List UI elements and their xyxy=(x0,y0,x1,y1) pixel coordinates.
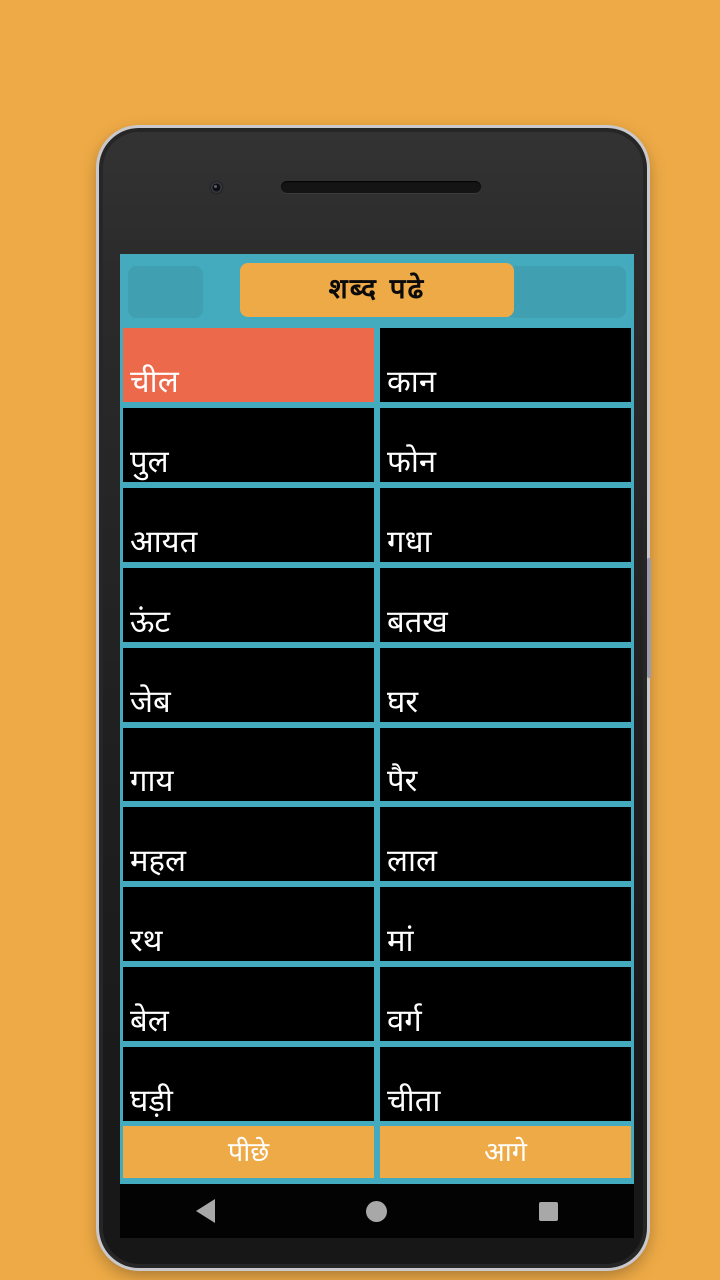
system-recents-button[interactable] xyxy=(513,1184,583,1238)
app-screen: शब्द पढे चील कान पुल फोन आयत गधा ऊंट बतख… xyxy=(120,254,634,1184)
word-cell[interactable]: मां xyxy=(380,887,631,962)
word-cell[interactable]: महल xyxy=(123,807,374,882)
word-cell[interactable]: जेब xyxy=(123,647,374,722)
word-cell[interactable]: बतख xyxy=(380,567,631,642)
word-grid: चील कान पुल फोन आयत गधा ऊंट बतख जेब घर ग… xyxy=(120,326,634,1121)
header-left-button[interactable] xyxy=(128,266,203,318)
word-cell[interactable]: कान xyxy=(380,328,631,402)
phone-body: शब्द पढे चील कान पुल फोन आयत गधा ऊंट बतख… xyxy=(103,132,643,1264)
android-system-nav-bar xyxy=(120,1184,634,1238)
system-back-button[interactable] xyxy=(171,1184,241,1238)
power-button[interactable] xyxy=(647,558,651,678)
pagination-bar: पीछे आगे xyxy=(120,1121,634,1184)
word-cell[interactable]: आयत xyxy=(123,487,374,562)
word-cell[interactable]: ऊंट xyxy=(123,567,374,642)
word-cell[interactable]: लाल xyxy=(380,807,631,882)
word-cell[interactable]: गाय xyxy=(123,727,374,802)
word-cell[interactable]: बेल xyxy=(123,967,374,1042)
word-cell[interactable]: पैर xyxy=(380,727,631,802)
home-circle-icon xyxy=(366,1200,388,1222)
word-cell[interactable]: चीता xyxy=(380,1047,631,1121)
recents-square-icon xyxy=(538,1201,558,1221)
next-page-button[interactable]: आगे xyxy=(380,1126,631,1178)
previous-page-button[interactable]: पीछे xyxy=(123,1126,374,1178)
word-cell[interactable]: गधा xyxy=(380,487,631,562)
word-cell[interactable]: घड़ी xyxy=(123,1047,374,1121)
title-bar: शब्द पढे xyxy=(120,254,634,326)
phone-mockup: शब्द पढे चील कान पुल फोन आयत गधा ऊंट बतख… xyxy=(99,128,651,1268)
front-camera-icon xyxy=(211,182,222,193)
earpiece-speaker-icon xyxy=(281,181,481,193)
word-cell[interactable]: रथ xyxy=(123,887,374,962)
system-home-button[interactable] xyxy=(342,1184,412,1238)
word-cell[interactable]: पुल xyxy=(123,407,374,482)
word-cell[interactable]: घर xyxy=(380,647,631,722)
header-right-button[interactable] xyxy=(506,266,626,318)
back-triangle-icon xyxy=(196,1199,216,1223)
page-title: शब्द पढे xyxy=(240,262,514,318)
word-cell[interactable]: वर्ग xyxy=(380,967,631,1042)
word-cell[interactable]: फोन xyxy=(380,407,631,482)
page-background: शब्द पढे चील कान पुल फोन आयत गधा ऊंट बतख… xyxy=(0,0,720,1280)
word-cell[interactable]: चील xyxy=(123,328,374,402)
